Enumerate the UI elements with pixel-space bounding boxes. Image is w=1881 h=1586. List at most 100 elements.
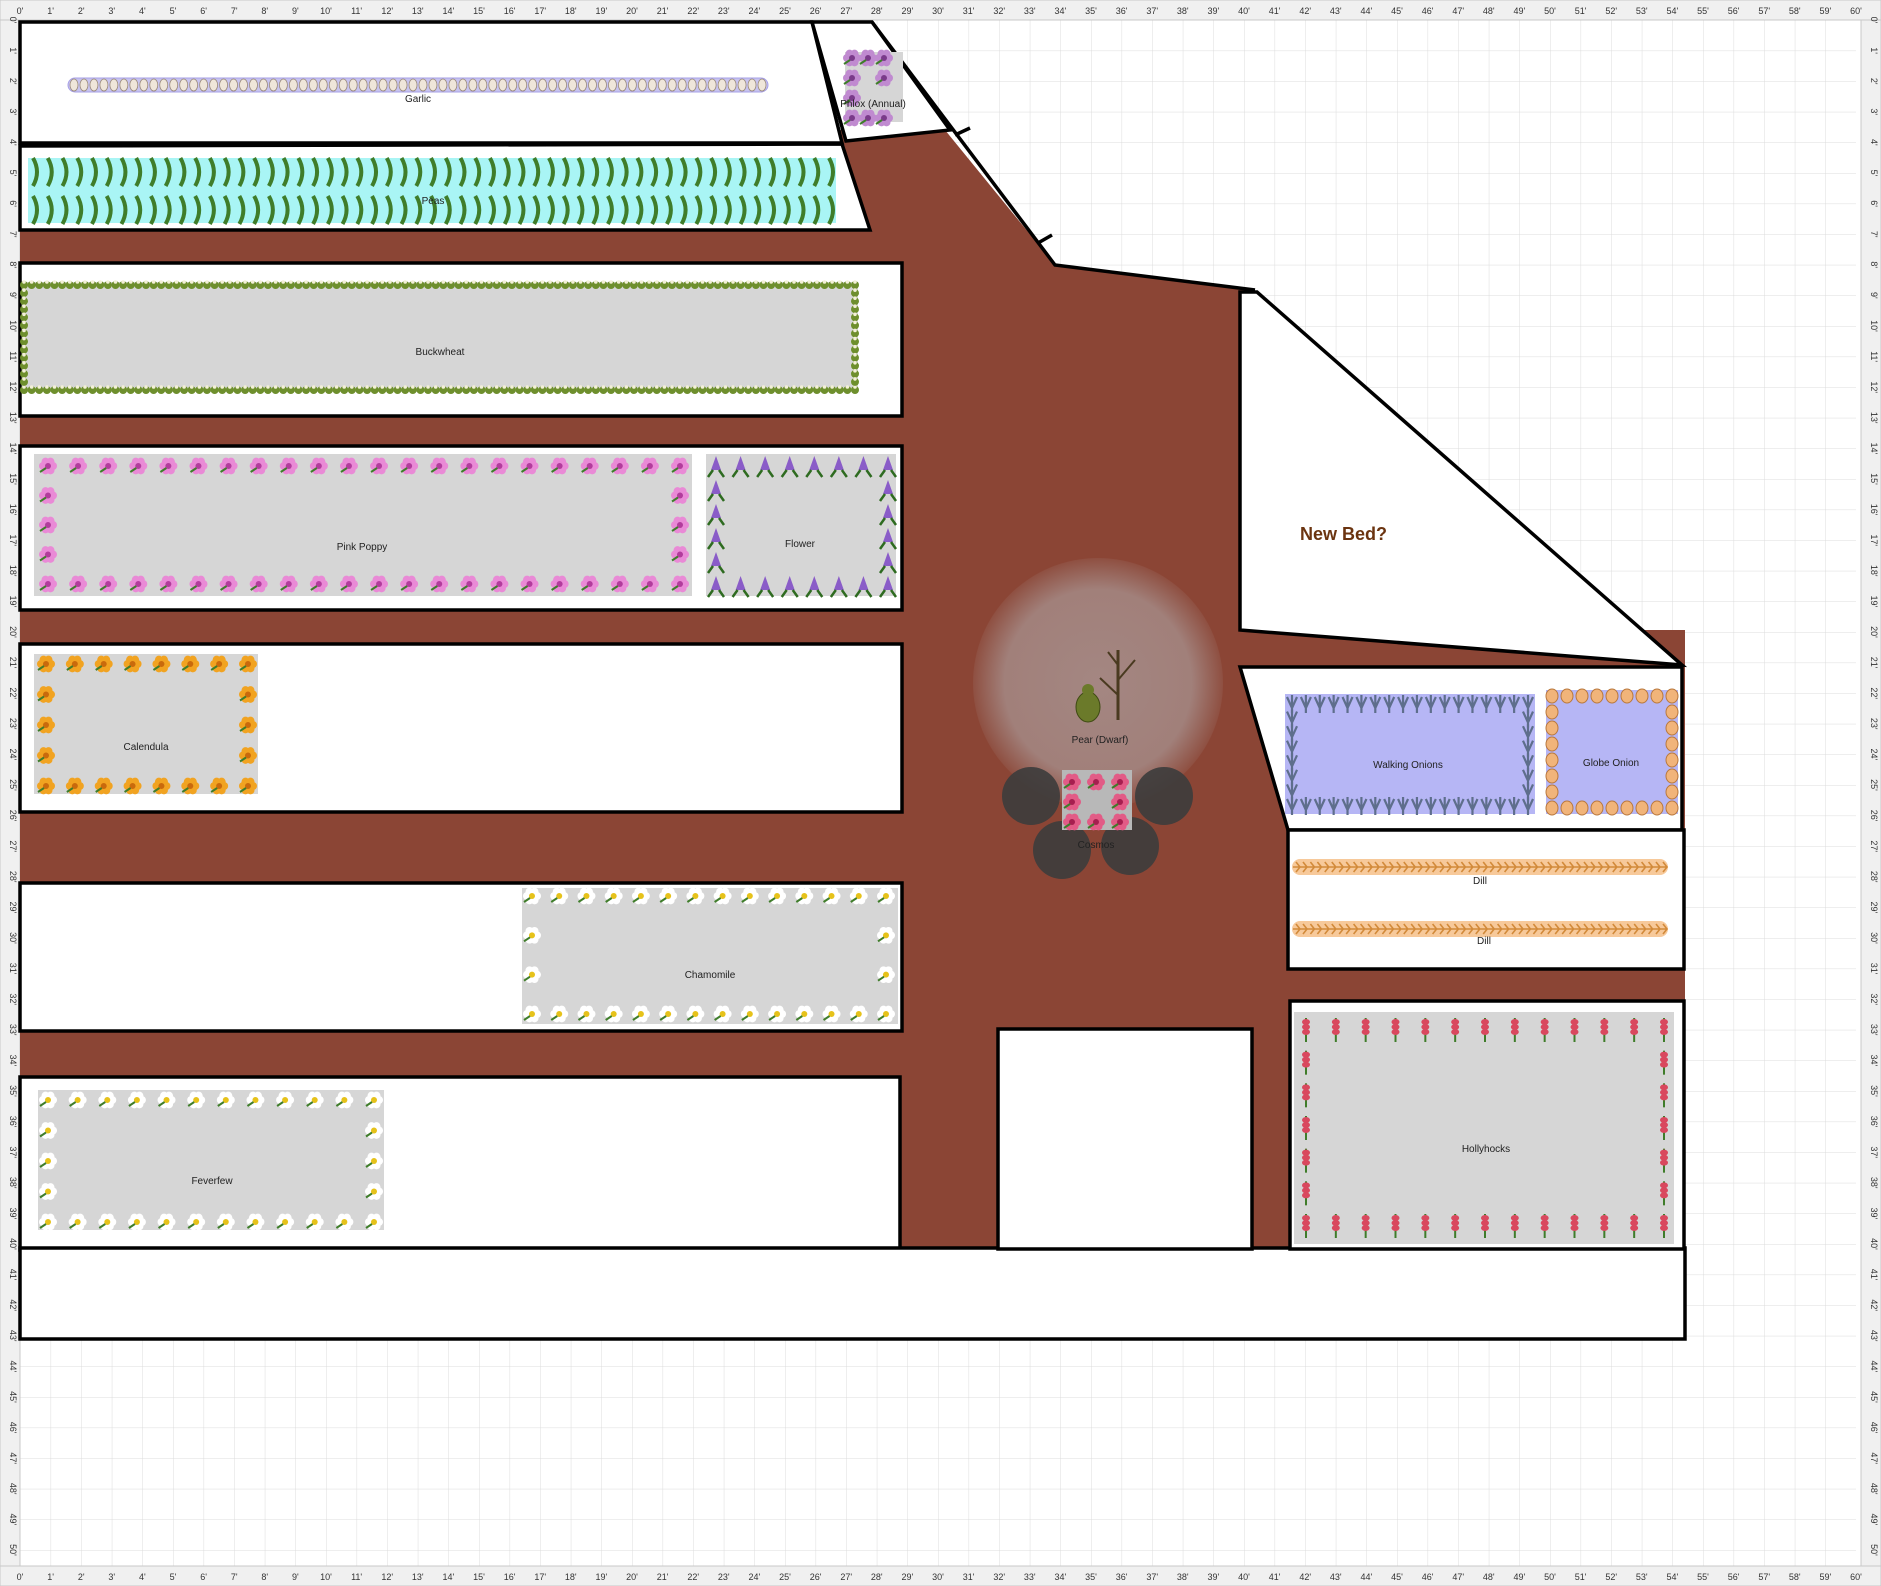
ruler-label: 3' [1869,108,1879,115]
top-ruler: 0' 1' 2' 3' 4' 5' 6' 7' 8' 9' 10' 11' 12' 13' 14' 15' 16… [0,0,1881,21]
ruler-label: 47' [1452,6,1464,16]
ruler-label: 21' [1869,657,1879,669]
dill-label-2: Dill [1477,936,1491,947]
ruler-label: 22' [1869,687,1879,699]
ruler-label: 41' [1869,1269,1879,1281]
buckwheat-planting[interactable]: Buckwheat [20,280,859,394]
garlic-icon [119,78,129,92]
garlic-icon [139,78,149,92]
ruler-label: 9' [292,6,299,16]
buckwheat-icon [853,360,857,365]
calendula-planting[interactable]: Calendula [34,654,258,795]
ruler-label: 1' [8,47,18,54]
buckwheat-icon [212,385,217,389]
walking-onions-planting[interactable]: Walking Onions [1285,694,1535,815]
buckwheat-icon [243,385,247,389]
buckwheat-icon [350,280,354,284]
garlic-icon [478,78,488,92]
pink-poppy-planting[interactable]: Pink Poppy [34,454,692,596]
buckwheat-icon [853,344,857,349]
buckwheat-icon [67,385,72,389]
ruler-label: 58' [1789,6,1801,16]
buckwheat-icon [830,280,834,284]
buckwheat-icon [182,385,186,389]
ruler-label: 42' [1299,1572,1311,1582]
chamomile-planting[interactable]: Chamomile [522,887,898,1024]
bed-dill[interactable] [1286,828,1686,971]
buckwheat-icon [319,385,324,389]
garlic-icon [727,78,737,92]
onion-icon [1560,800,1574,816]
buckwheat-icon [609,385,613,389]
peas-planting[interactable]: Peas [28,157,836,225]
buckwheat-icon [151,385,156,389]
garlic-icon [488,78,498,92]
buckwheat-icon [525,385,529,389]
buckwheat-icon [228,280,232,284]
buckwheat-icon [822,385,827,389]
ruler-label: 54' [1667,1572,1679,1582]
buckwheat-icon [433,385,438,389]
buckwheat-icon [532,385,537,389]
ruler-label: 0' [8,17,18,24]
buckwheat-icon [853,320,857,325]
bed-bottom[interactable] [18,1246,1687,1341]
buckwheat-icon [464,280,468,284]
garlic-icon [408,78,418,92]
globe-onion-label: Globe Onion [1583,758,1639,769]
buckwheat-icon [609,280,613,284]
onion-icon [1545,688,1559,704]
garlic-icon [618,78,627,92]
buckwheat-icon [365,280,369,284]
onion-icon [1650,800,1664,816]
ruler-label: 29' [902,6,914,16]
garlic-icon [338,78,348,92]
ruler-label: 18' [565,6,577,16]
buckwheat-icon [106,280,110,284]
buckwheat-icon [136,280,141,284]
garlic-icon [737,78,747,92]
buckwheat-icon [449,280,453,284]
buckwheat-icon [311,385,316,389]
onion-icon [1545,800,1559,816]
ruler-label: 27' [840,6,852,16]
globe-onion-planting[interactable]: Globe Onion [1545,688,1679,816]
ruler-label: 28' [8,871,18,883]
ruler-label: 3' [108,6,115,16]
flower-planting[interactable]: Flower [706,454,898,598]
buckwheat-icon [250,385,255,389]
garlic-icon [328,78,338,92]
ruler-label: 33' [1024,1572,1036,1582]
onion-icon [1545,768,1559,784]
feverfew-planting[interactable]: Feverfew [38,1090,384,1231]
ruler-label: 23' [8,718,18,730]
ruler-label: 34' [1055,1572,1067,1582]
garlic-icon [528,78,538,92]
hollyhocks-planting[interactable]: Hollyhocks [1294,1012,1674,1244]
ruler-label: 42' [8,1299,18,1311]
garlic-icon [657,78,667,92]
buckwheat-icon [639,385,644,389]
onion-icon [1545,736,1559,752]
bed-center-bottom[interactable] [996,1027,1254,1251]
ruler-label: 2' [8,78,18,85]
ruler-label: 39' [1208,1572,1220,1582]
buckwheat-icon [548,280,552,284]
buckwheat-icon [853,369,857,373]
buckwheat-icon [258,280,263,284]
ruler-label: 15' [1869,473,1879,485]
buckwheat-icon [769,385,773,389]
phlox-label: Phlox (Annual) [840,99,906,110]
ruler-label: 10' [1869,320,1879,332]
garlic-icon [318,78,328,92]
garlic-icon [707,78,717,92]
ruler-label: 10' [8,320,18,332]
ruler-label: 58' [1789,1572,1801,1582]
garlic-icon [637,78,647,92]
ruler-label: 35' [8,1085,18,1097]
buckwheat-icon [273,280,278,284]
phlox-planting[interactable]: Phlox (Annual) [840,49,906,127]
ruler-label: 5' [8,170,18,177]
garden-plan-canvas[interactable]: 0' 1' 2' 3' 4' 5' 6' 7' 8' 9' 10' 11' 12' 13' 14' 15' 16… [0,0,1881,1586]
ruler-label: 43' [8,1330,18,1342]
